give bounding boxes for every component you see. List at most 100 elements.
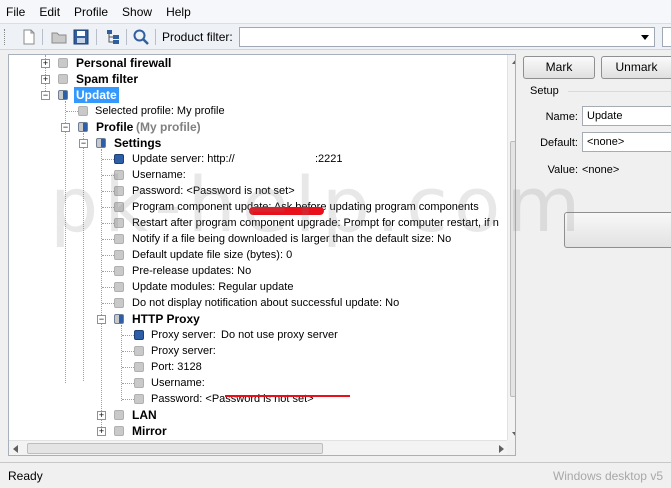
vertical-scrollbar[interactable] xyxy=(507,55,515,441)
checkbox-icon[interactable] xyxy=(78,106,88,116)
tree-item-mirror[interactable]: + Mirror xyxy=(9,423,499,439)
settings-tree[interactable]: + Personal firewall + Spam filter − Upda… xyxy=(8,54,516,456)
menubar: File Edit Profile Show Help xyxy=(0,0,671,24)
tree-item-spam-filter[interactable]: + Spam filter xyxy=(9,71,499,87)
tree-item-update-modules[interactable]: Update modules: Regular update xyxy=(9,279,499,295)
tree-item-label: Password: <Password is not set> xyxy=(132,185,295,197)
scroll-thumb[interactable] xyxy=(510,141,515,397)
scroll-thumb[interactable] xyxy=(27,443,323,454)
tree-item-label: Restart after program component upgrade:… xyxy=(132,217,499,229)
checkbox-icon[interactable] xyxy=(114,314,124,324)
new-document-icon[interactable] xyxy=(20,28,38,46)
mark-button[interactable]: Mark xyxy=(523,56,595,79)
menu-edit[interactable]: Edit xyxy=(39,5,60,19)
checkbox-icon[interactable] xyxy=(134,346,144,356)
tree-item-label: Personal firewall xyxy=(76,56,172,70)
tree-item-label: Profile xyxy=(96,120,134,134)
checkbox-icon[interactable] xyxy=(114,410,124,420)
checkbox-icon[interactable] xyxy=(114,170,124,180)
collapse-icon[interactable]: − xyxy=(97,315,106,324)
tree-item-proxy-server-address[interactable]: Proxy server: xyxy=(9,343,499,359)
menu-file[interactable]: File xyxy=(6,5,25,19)
tree-item-label: Mirror xyxy=(132,424,167,438)
menu-profile[interactable]: Profile xyxy=(74,5,108,19)
checkbox-icon[interactable] xyxy=(114,426,124,436)
tree-item-notify-large-file[interactable]: Notify if a file being downloaded is lar… xyxy=(9,231,499,247)
checkbox-icon[interactable] xyxy=(134,362,144,372)
tree-item-label: Spam filter xyxy=(76,72,139,86)
tree-item-default-update-file-size[interactable]: Default update file size (bytes): 0 xyxy=(9,247,499,263)
tree-item-label: Default update file size (bytes): 0 xyxy=(132,249,293,261)
checkbox-icon[interactable] xyxy=(134,378,144,388)
checkbox-icon[interactable] xyxy=(114,186,124,196)
checkbox-icon[interactable] xyxy=(134,394,144,404)
tree-item-label: HTTP Proxy xyxy=(132,312,200,326)
tree-view-icon[interactable] xyxy=(104,28,122,46)
tree-item-password[interactable]: Password: <Password is not set> xyxy=(9,183,499,199)
checkbox-icon[interactable] xyxy=(58,74,68,84)
menu-help[interactable]: Help xyxy=(166,5,191,19)
tree-item-label: Username: xyxy=(151,377,205,389)
scroll-down-icon[interactable] xyxy=(512,432,515,437)
toolbar-overflow[interactable] xyxy=(662,27,671,47)
checkbox-icon[interactable] xyxy=(58,58,68,68)
tree-item-label: Port: 3128 xyxy=(151,361,202,373)
checkbox-icon[interactable] xyxy=(78,122,88,132)
tree-item-selected-profile[interactable]: Selected profile: My profile xyxy=(9,103,499,119)
checkbox-icon[interactable] xyxy=(114,234,124,244)
checkbox-icon[interactable] xyxy=(114,266,124,276)
tree-item-update-server[interactable]: Update server: http:// :2221 xyxy=(9,151,499,167)
checkbox-icon[interactable] xyxy=(114,250,124,260)
expand-icon[interactable]: + xyxy=(97,427,106,436)
tree-item-restart-after-upgrade[interactable]: Restart after program component upgrade:… xyxy=(9,215,499,231)
tree-item-profile[interactable]: − Profile (My profile) xyxy=(9,119,499,135)
name-field[interactable]: Update xyxy=(582,106,671,126)
search-icon[interactable] xyxy=(132,28,150,46)
tree-item-label: Pre-release updates: No xyxy=(132,265,252,277)
collapse-icon[interactable]: − xyxy=(79,139,88,148)
checkbox-icon[interactable] xyxy=(114,154,124,164)
expand-icon[interactable]: + xyxy=(41,75,50,84)
checkbox-icon[interactable] xyxy=(114,298,124,308)
status-bar: Ready Windows desktop v5 xyxy=(0,462,671,488)
checkbox-icon[interactable] xyxy=(96,138,106,148)
collapse-icon[interactable]: − xyxy=(61,123,70,132)
expand-icon[interactable]: + xyxy=(41,59,50,68)
tree-item-label: Update xyxy=(74,87,119,103)
expand-icon[interactable]: + xyxy=(97,411,106,420)
tree-item-port[interactable]: Port: 3128 xyxy=(9,359,499,375)
product-filter-select[interactable] xyxy=(239,27,655,47)
menu-show[interactable]: Show xyxy=(122,5,152,19)
tree-item-update[interactable]: − Update xyxy=(9,87,499,103)
checkbox-icon[interactable] xyxy=(114,202,124,212)
tree-item-personal-firewall[interactable]: + Personal firewall xyxy=(9,55,499,71)
scroll-left-icon[interactable] xyxy=(13,445,18,453)
tree-item-prerelease-updates[interactable]: Pre-release updates: No xyxy=(9,263,499,279)
scroll-right-icon[interactable] xyxy=(499,445,504,453)
tree-item-settings[interactable]: − Settings xyxy=(9,135,499,151)
checkbox-icon[interactable] xyxy=(58,90,68,100)
scroll-up-icon[interactable] xyxy=(512,59,515,64)
open-folder-icon[interactable] xyxy=(50,28,68,46)
tree-item-proxy-username[interactable]: Username: xyxy=(9,375,499,391)
tree-item-http-proxy[interactable]: − HTTP Proxy xyxy=(9,311,499,327)
chevron-down-icon[interactable] xyxy=(641,35,649,40)
toolbar: Product filter: xyxy=(0,24,671,50)
checkbox-icon[interactable] xyxy=(134,330,144,340)
update-server-port: :2221 xyxy=(315,153,343,165)
tree-line xyxy=(102,271,114,272)
tree-item-no-notification[interactable]: Do not display notification about succes… xyxy=(9,295,499,311)
default-field[interactable]: <none> xyxy=(582,132,671,152)
checkbox-icon[interactable] xyxy=(114,282,124,292)
tree-item-proxy-password[interactable]: Password: <Password is not set> xyxy=(9,391,499,407)
tree-item-label: Password: <Password is not set> xyxy=(151,393,314,405)
checkbox-icon[interactable] xyxy=(114,218,124,228)
save-icon[interactable] xyxy=(72,28,90,46)
tree-item-lan[interactable]: + LAN xyxy=(9,407,499,423)
horizontal-scrollbar[interactable] xyxy=(9,440,508,455)
unmark-button[interactable]: Unmark xyxy=(601,56,671,79)
edit-value-button[interactable] xyxy=(564,212,671,248)
tree-item-proxy-server[interactable]: Proxy server: Do not use proxy server xyxy=(9,327,499,343)
collapse-icon[interactable]: − xyxy=(41,91,50,100)
tree-item-username[interactable]: Username: xyxy=(9,167,499,183)
